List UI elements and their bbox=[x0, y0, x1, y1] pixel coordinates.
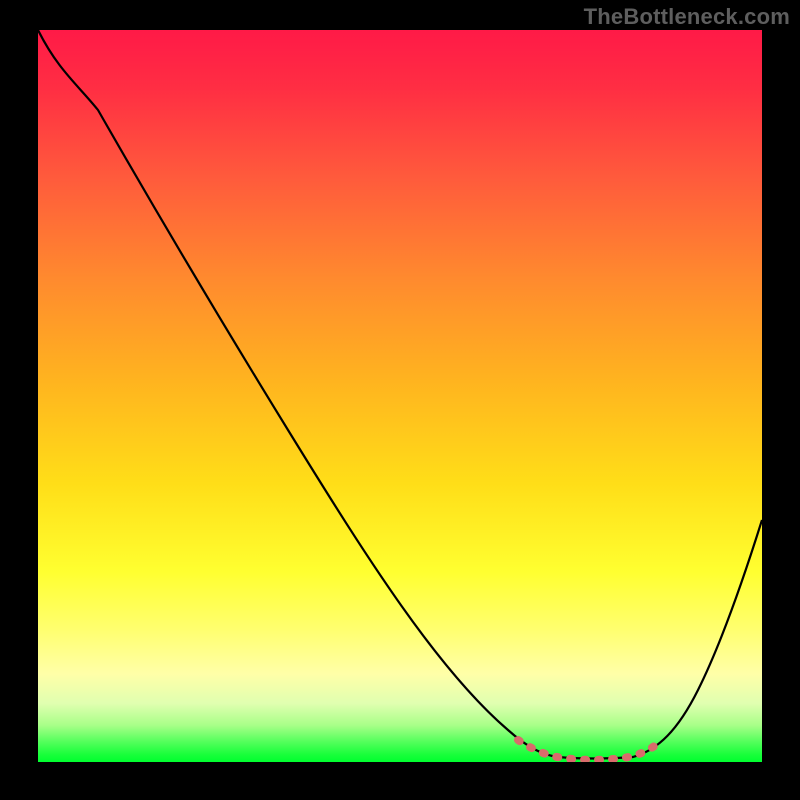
bottleneck-curve-svg bbox=[38, 30, 762, 762]
optimal-range-marker-path bbox=[518, 740, 663, 760]
plot-area bbox=[38, 30, 762, 762]
chart-frame: TheBottleneck.com bbox=[0, 0, 800, 800]
watermark-text: TheBottleneck.com bbox=[584, 4, 790, 30]
bottleneck-curve-path bbox=[38, 30, 762, 759]
